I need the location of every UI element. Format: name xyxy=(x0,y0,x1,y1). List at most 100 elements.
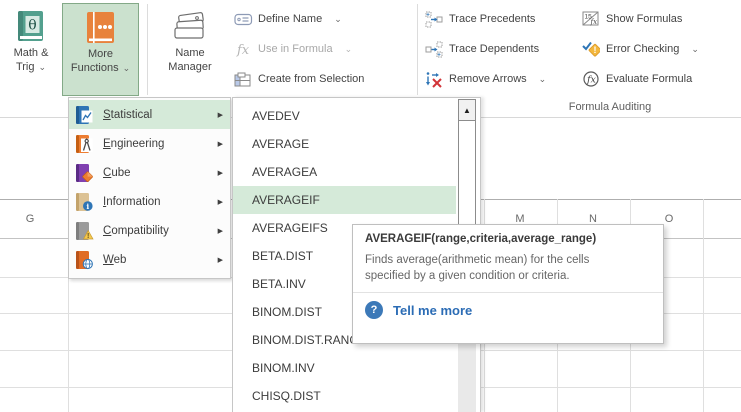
chevron-down-icon[interactable]: ⌄ xyxy=(345,45,353,53)
menu-item-label: Engineering xyxy=(103,138,164,150)
menu-item-label: Compatibility xyxy=(103,225,169,237)
engineering-book-icon xyxy=(74,134,94,154)
menu-item-label: Statistical xyxy=(103,109,152,121)
math-trig-button[interactable]: θ Math & Trig⌄ xyxy=(4,3,58,96)
chevron-down-icon[interactable]: ⌄ xyxy=(539,75,547,83)
error-checking-icon: ! xyxy=(581,40,601,58)
tooltip-description-line1: Finds average(arithmetic mean) for the c… xyxy=(365,253,651,269)
menu-item-compatibility[interactable]: ! Compatibility ▶ xyxy=(69,216,230,245)
submenu-arrow-icon: ▶ xyxy=(218,227,223,235)
submenu-arrow-icon: ▶ xyxy=(218,140,223,148)
menu-item-information[interactable]: i Information ▶ xyxy=(69,187,230,216)
statistical-book-icon xyxy=(74,105,94,125)
help-question-icon: ? xyxy=(365,301,383,319)
evaluate-formula-button[interactable]: fx Evaluate Formula xyxy=(581,65,692,93)
formula-auditing-group-label: Formula Auditing xyxy=(500,101,720,113)
svg-text:+: + xyxy=(426,12,430,18)
function-list-item-selected[interactable]: AVERAGEIF xyxy=(233,186,456,214)
menu-item-label: Web xyxy=(103,254,126,266)
trace-dependents-label: Trace Dependents xyxy=(449,43,539,55)
svg-text:!: ! xyxy=(594,45,597,55)
use-in-formula-button[interactable]: fx Use in Formula ⌄ xyxy=(233,35,352,63)
function-list-item[interactable]: AVERAGEA xyxy=(233,158,456,186)
define-name-label: Define Name xyxy=(258,13,322,25)
information-book-icon: i xyxy=(74,192,94,212)
menu-item-label: Information xyxy=(103,196,161,208)
triangle-up-icon: ▲ xyxy=(463,106,471,115)
submenu-arrow-icon: ▶ xyxy=(218,256,223,264)
excel-window: G M N O θ Math & Trig⌄ xyxy=(0,0,741,412)
more-functions-menu: Statistical ▶ Engineering ▶ xyxy=(68,97,231,279)
menu-item-web[interactable]: Web ▶ xyxy=(69,245,230,274)
svg-text:+: + xyxy=(437,52,441,57)
svg-text:fx: fx xyxy=(586,75,597,86)
more-functions-book-icon xyxy=(85,9,117,47)
menu-item-label: Cube xyxy=(103,167,131,179)
function-list-item[interactable]: BINOM.INV xyxy=(233,354,456,382)
function-list-item[interactable]: AVERAGE xyxy=(233,130,456,158)
math-trig-book-icon: θ xyxy=(16,8,46,46)
tell-me-more-link[interactable]: ? Tell me more xyxy=(365,301,651,319)
web-book-icon xyxy=(74,250,94,270)
define-name-button[interactable]: Define Name ⌄ xyxy=(233,5,342,33)
error-checking-button[interactable]: ! Error Checking ⌄ xyxy=(581,35,699,63)
chevron-down-icon[interactable]: ⌄ xyxy=(691,45,699,53)
remove-arrows-icon xyxy=(424,70,444,88)
use-in-formula-label: Use in Formula xyxy=(258,43,333,55)
show-formulas-button[interactable]: 15 fx Show Formulas xyxy=(581,5,682,33)
fx-icon: fx xyxy=(233,40,253,58)
evaluate-formula-icon: fx xyxy=(581,70,601,88)
group-separator xyxy=(147,4,148,95)
name-tag-icon xyxy=(233,10,253,28)
function-list-item[interactable]: CHISQ.DIST xyxy=(233,382,456,410)
column-header-g[interactable]: G xyxy=(12,213,48,229)
trace-precedents-icon: + xyxy=(424,10,444,28)
menu-item-cube[interactable]: Cube ▶ xyxy=(69,158,230,187)
chevron-down-icon: ⌄ xyxy=(39,62,47,72)
trace-precedents-label: Trace Precedents xyxy=(449,13,535,25)
svg-text:fx: fx xyxy=(236,43,250,57)
name-tags-icon xyxy=(171,8,209,46)
remove-arrows-button[interactable]: Remove Arrows ⌄ xyxy=(424,65,546,93)
math-trig-label-line1: Math & xyxy=(14,46,49,60)
svg-text:i: i xyxy=(86,202,89,211)
chevron-down-icon: ⌄ xyxy=(123,63,131,73)
name-manager-button[interactable]: Name Manager xyxy=(153,3,227,96)
function-list-item[interactable]: AVEDEV xyxy=(233,102,456,130)
svg-text:θ: θ xyxy=(28,18,36,34)
name-manager-label-line2: Manager xyxy=(168,60,211,74)
menu-item-statistical[interactable]: Statistical ▶ xyxy=(69,100,230,129)
tooltip-divider xyxy=(353,292,663,293)
show-formulas-label: Show Formulas xyxy=(606,13,682,25)
error-checking-label: Error Checking xyxy=(606,43,679,55)
chevron-down-icon[interactable]: ⌄ xyxy=(334,15,342,23)
submenu-arrow-icon: ▶ xyxy=(218,169,223,177)
trace-precedents-button[interactable]: + Trace Precedents xyxy=(424,5,535,33)
group-separator xyxy=(417,4,418,95)
more-functions-label-line1: More xyxy=(88,47,113,61)
tooltip-description: Finds average(arithmetic mean) for the c… xyxy=(365,253,651,284)
tell-me-more-label: Tell me more xyxy=(393,303,472,318)
submenu-arrow-icon: ▶ xyxy=(218,111,223,119)
compatibility-book-icon: ! xyxy=(74,221,94,241)
create-from-selection-label: Create from Selection xyxy=(258,73,364,85)
create-from-selection-button[interactable]: Create from Selection xyxy=(233,65,364,93)
remove-arrows-label: Remove Arrows xyxy=(449,73,527,85)
name-manager-label-line1: Name xyxy=(175,46,204,60)
trace-dependents-button[interactable]: + Trace Dependents xyxy=(424,35,539,63)
evaluate-formula-label: Evaluate Formula xyxy=(606,73,692,85)
math-trig-label-line2: Trig⌄ xyxy=(16,60,46,74)
more-functions-button[interactable]: More Functions⌄ xyxy=(62,3,139,96)
svg-text:fx: fx xyxy=(590,18,598,26)
menu-item-engineering[interactable]: Engineering ▶ xyxy=(69,129,230,158)
tooltip-title: AVERAGEIF(range,criteria,average_range) xyxy=(365,233,651,245)
cube-book-icon xyxy=(74,163,94,183)
scroll-up-button[interactable]: ▲ xyxy=(459,100,475,121)
selection-grid-icon xyxy=(233,70,253,88)
tooltip-description-line2: specified by a given condition or criter… xyxy=(365,269,651,285)
trace-dependents-icon: + xyxy=(424,40,444,58)
more-functions-label-line2: Functions⌄ xyxy=(71,61,130,75)
submenu-arrow-icon: ▶ xyxy=(218,198,223,206)
function-tooltip: AVERAGEIF(range,criteria,average_range) … xyxy=(352,224,664,344)
show-formulas-icon: 15 fx xyxy=(581,10,601,28)
